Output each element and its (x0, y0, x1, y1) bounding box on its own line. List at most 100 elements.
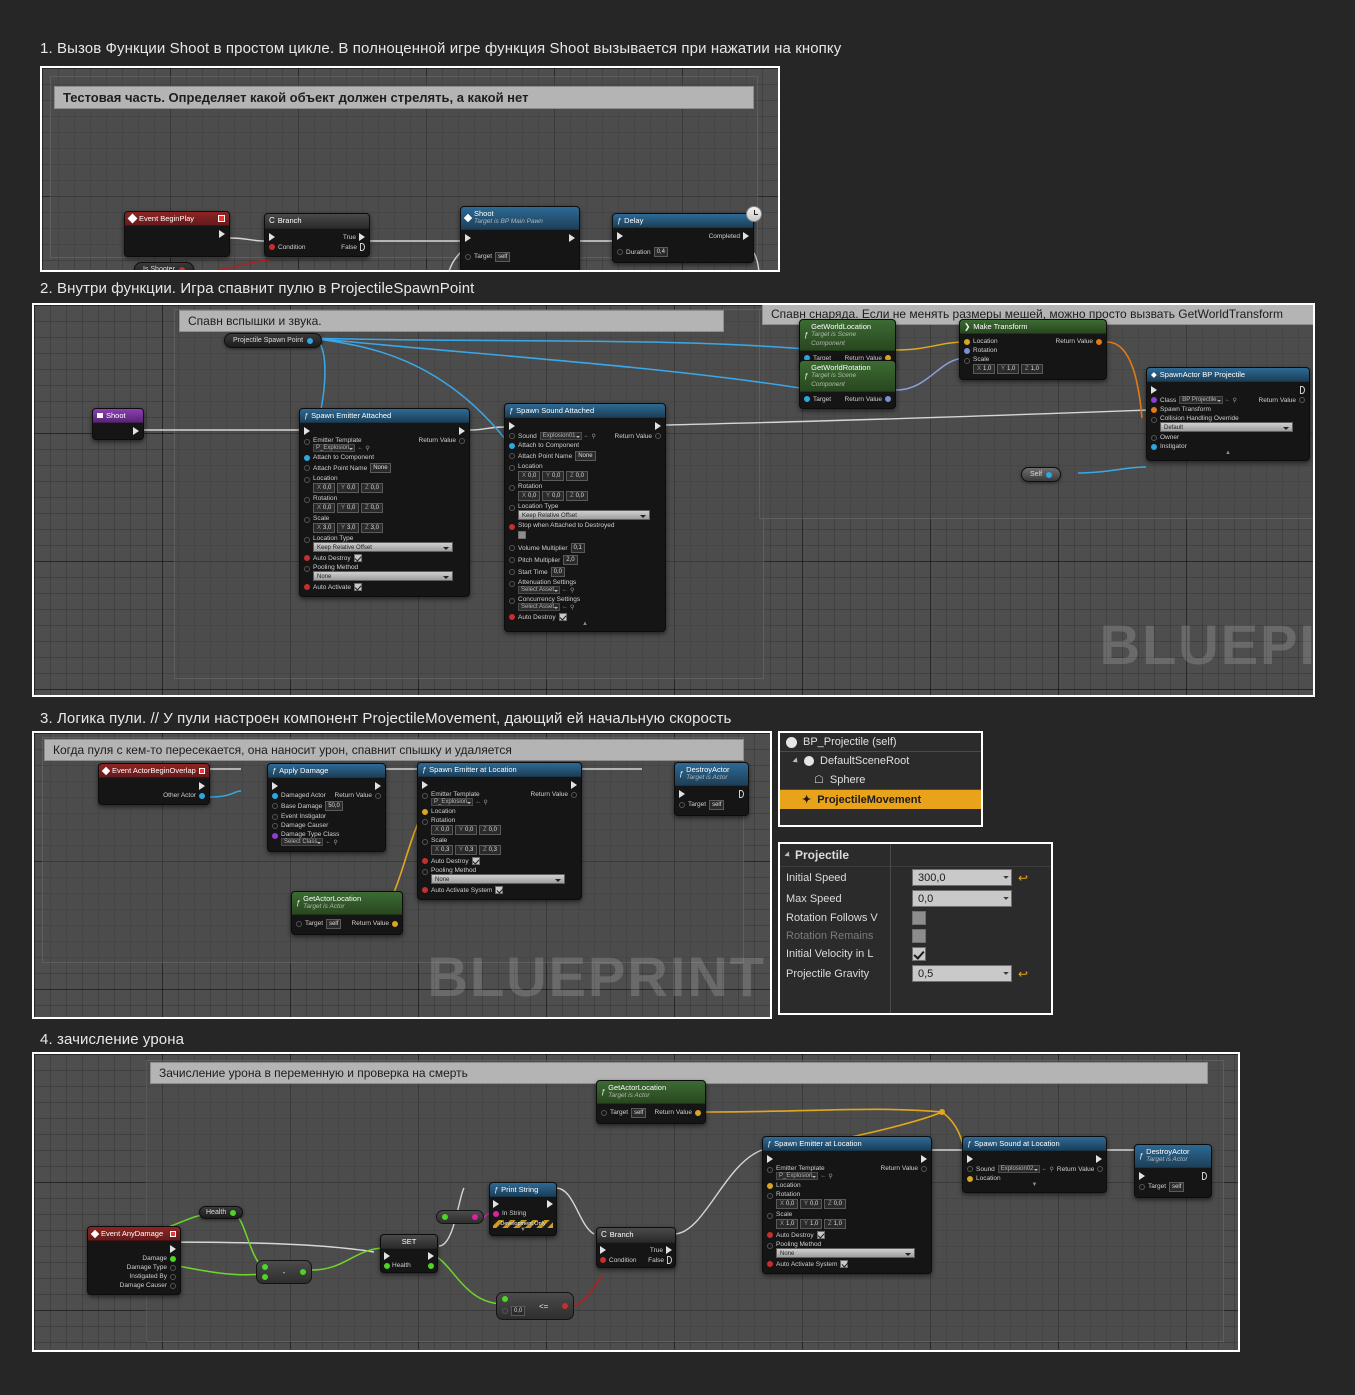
comment-bar-left[interactable]: Спавн вспышки и звука. (179, 310, 724, 332)
comment-bar[interactable]: Когда пуля с кем-то пересекается, она на… (44, 739, 744, 761)
exec-in-pin[interactable] (493, 1200, 499, 1209)
duration-pin[interactable] (617, 249, 623, 256)
damage-causer-pin[interactable] (170, 1282, 176, 1289)
exec-completed-pin[interactable] (743, 232, 749, 241)
node-destroy-actor-s3[interactable]: ƒ DestroyActor Target is Actor Target se… (674, 762, 749, 816)
attach-to-component-pin[interactable] (509, 442, 515, 449)
scale-vector[interactable]: X 1,0 Y 1,0 Z 1,0 (776, 1219, 846, 1230)
pooling-method-pin[interactable] (304, 566, 310, 573)
bool-out-pin[interactable] (178, 266, 185, 270)
initial-speed-input[interactable]: 300,0 (912, 869, 1012, 886)
exec-in-pin[interactable] (272, 782, 278, 791)
operand-b-value[interactable]: 0,0 (511, 1306, 526, 1316)
rotation-z[interactable]: 0,0 (576, 493, 584, 499)
exec-out-pin[interactable] (459, 427, 465, 436)
location-y[interactable]: 0,0 (552, 473, 560, 479)
location-pin[interactable] (304, 477, 310, 484)
component-item-projectile-movement[interactable]: ✦ ProjectileMovement (780, 790, 981, 809)
location-x[interactable]: 0,0 (323, 485, 331, 491)
rotation-y[interactable]: 0,0 (810, 1201, 818, 1207)
exec-out-pin[interactable] (428, 1252, 434, 1261)
node-event-any-damage[interactable]: Event AnyDamage Damage Damage Type Insti… (87, 1226, 181, 1296)
pooling-method-dropdown[interactable]: None (431, 874, 566, 885)
rotation-pin[interactable] (304, 497, 310, 504)
collapse-pins-toggle[interactable]: ▼ (493, 1227, 553, 1233)
exec-out-pin[interactable] (219, 230, 225, 239)
node-event-actor-begin-overlap[interactable]: Event ActorBeginOverlap Other Actor (98, 763, 210, 806)
location-x[interactable]: 0,0 (528, 473, 536, 479)
exec-in-pin[interactable] (384, 1252, 390, 1261)
rotation-vector[interactable]: X 0,0 Y 0,0 Z 0,0 (518, 491, 588, 502)
start-time-pin[interactable] (509, 569, 515, 576)
emitter-asset-picker[interactable]: P_Explosion ← ⚲ (776, 1172, 833, 1181)
browse-asset-icon[interactable]: ⚲ (828, 1173, 832, 1180)
node-spawn-emitter-at-location-s3[interactable]: ƒ Spawn Emitter at Location Emitter Temp… (417, 762, 582, 901)
node-destroy-actor-s4[interactable]: ƒ DestroyActor Target is Actor Target se… (1134, 1144, 1212, 1198)
exec-in-pin[interactable] (679, 789, 685, 798)
use-selected-asset-icon[interactable]: ← (475, 799, 481, 805)
use-selected-asset-icon[interactable]: ← (820, 1173, 826, 1179)
target-pin[interactable] (679, 801, 685, 808)
event-instigator-pin[interactable] (272, 813, 278, 820)
exec-in-pin[interactable] (465, 233, 471, 242)
emitter-asset-value[interactable]: P_Explosion (431, 798, 474, 807)
emitter-asset-picker[interactable]: P_Explosion ← ⚲ (313, 444, 370, 453)
operand-a-pin[interactable] (502, 1296, 508, 1302)
node-apply-damage[interactable]: ƒ Apply Damage Damaged Actor Return Valu… (267, 763, 386, 853)
exec-in-pin[interactable] (509, 422, 515, 431)
auto-destroy-checkbox[interactable] (353, 554, 362, 563)
node-is-shooter-variable[interactable]: Is Shooter (134, 262, 194, 270)
exec-out-pin[interactable] (1096, 1155, 1102, 1164)
exec-false-pin[interactable] (667, 1256, 672, 1264)
location-z[interactable]: 0,0 (371, 485, 379, 491)
node-spawn-sound-at-location-s4[interactable]: ƒ Spawn Sound at Location Sound Explosio… (962, 1136, 1107, 1194)
emitter-asset-value[interactable]: P_Explosion (776, 1172, 819, 1181)
location-z[interactable]: 0,0 (576, 473, 584, 479)
damage-causer-pin[interactable] (272, 822, 278, 829)
target-value[interactable]: self (326, 918, 342, 929)
auto-activate-pin[interactable] (304, 584, 310, 591)
return-value-pin[interactable] (655, 433, 661, 440)
detail-row[interactable]: Initial Speed 300,0 ↩ (780, 867, 1051, 888)
start-time-value[interactable]: 0,0 (550, 567, 565, 578)
spawn-transform-pin[interactable] (1151, 406, 1157, 413)
health-out-pin[interactable] (230, 1209, 237, 1216)
browse-asset-icon[interactable]: ⚲ (1233, 397, 1237, 404)
exec-out-pin[interactable] (133, 427, 139, 436)
rotation-z[interactable]: 0,0 (371, 505, 379, 511)
node-health-getter[interactable]: Health (199, 1206, 244, 1219)
expand-arrow-icon[interactable] (784, 851, 792, 859)
return-value-pin[interactable] (885, 396, 891, 403)
damage-type-class-pin[interactable] (272, 833, 278, 840)
detail-row[interactable]: Rotation Follows V (780, 909, 1051, 927)
health-out-pin[interactable] (428, 1262, 434, 1269)
return-value-pin[interactable] (1097, 1166, 1104, 1173)
node-make-transform[interactable]: ❯ Make Transform Location Return Value R… (959, 319, 1107, 381)
auto-destroy-pin[interactable] (422, 858, 428, 865)
node-shoot-call[interactable]: Shoot Target is BP Main Pawn Target self (460, 206, 580, 270)
operand-a-pin[interactable] (262, 1264, 268, 1270)
initial-velocity-in-local-space-checkbox[interactable] (912, 947, 926, 961)
exec-out-pin[interactable] (375, 782, 381, 791)
input-pin[interactable] (442, 1214, 448, 1220)
attach-point-name-pin[interactable] (304, 465, 310, 472)
emitter-template-pin[interactable] (304, 439, 310, 446)
exec-in-pin[interactable] (617, 232, 623, 241)
browse-asset-icon[interactable]: ⚲ (570, 587, 574, 594)
exec-out-pin[interactable] (571, 781, 577, 790)
stop-when-attached-pin[interactable] (509, 524, 515, 531)
node-get-actor-location-s4[interactable]: ƒ GetActorLocation Target is Actor Targe… (596, 1080, 706, 1124)
target-pin[interactable] (465, 253, 471, 260)
rotation-vector[interactable]: X 0,0 Y 0,0 Z 0,0 (431, 825, 501, 836)
reset-to-default-icon[interactable]: ↩ (1018, 967, 1028, 981)
scale-pin[interactable] (767, 1213, 773, 1220)
auto-destroy-pin[interactable] (509, 614, 515, 621)
scale-pin[interactable] (964, 358, 970, 365)
auto-activate-system-pin[interactable] (422, 887, 428, 894)
node-spawn-actor-bp-projectile[interactable]: ◆ SpawnActor BP Projectile Class BP Proj… (1146, 367, 1310, 462)
auto-activate-system-checkbox[interactable] (840, 1260, 849, 1269)
sound-asset-value[interactable]: Explosion01 (539, 432, 582, 441)
node-less-equal[interactable]: 0,0 <= (496, 1292, 574, 1320)
exec-in-pin[interactable] (304, 427, 310, 436)
node-get-world-rotation[interactable]: ƒ GetWorldRotation Target is Scene Compo… (799, 360, 896, 409)
